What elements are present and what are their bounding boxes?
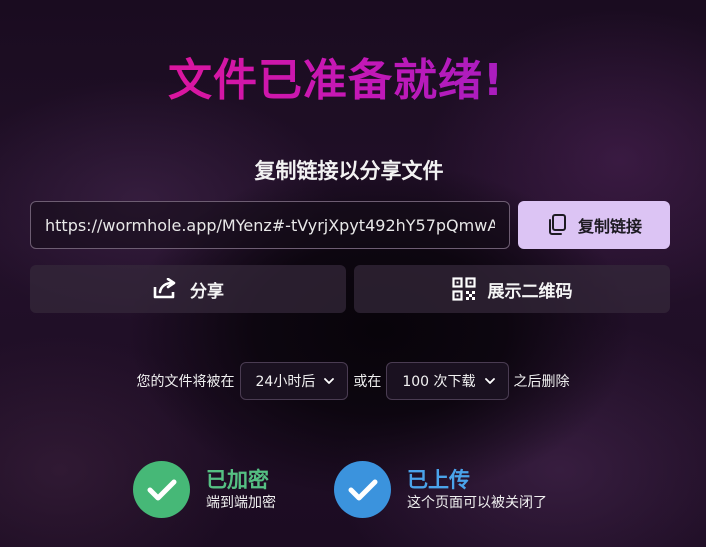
qr-code-icon xyxy=(451,277,476,301)
expiry-downloads-value: 100 次下载 xyxy=(402,374,476,390)
copy-icon xyxy=(546,213,568,237)
qr-label: 展示二维码 xyxy=(487,281,573,302)
share-button[interactable]: 分享 xyxy=(30,265,346,313)
expiry-suffix-text: 之后删除 xyxy=(513,374,570,390)
encrypted-status: 已加密 端到端加密 xyxy=(133,461,276,518)
encrypted-subtitle: 端到端加密 xyxy=(206,494,276,511)
expiry-downloads-select[interactable]: 100 次下载 xyxy=(386,362,509,400)
copy-link-heading: 复制链接以分享文件 xyxy=(254,159,444,183)
copy-link-button[interactable]: 复制链接 xyxy=(518,201,670,249)
uploaded-title: 已上传 xyxy=(407,467,470,492)
share-link-input[interactable] xyxy=(30,201,510,249)
expiry-prefix-text: 您的文件将被在 xyxy=(136,374,235,390)
expiry-settings: 您的文件将被在 24小时后 或在 100 次下载 之后删除 xyxy=(0,361,706,401)
share-icon xyxy=(152,278,178,300)
chevron-down-icon xyxy=(324,377,335,385)
uploaded-status: 已上传 这个页面可以被关闭了 xyxy=(334,461,547,518)
expiry-time-select[interactable]: 24小时后 xyxy=(239,362,349,400)
encrypted-title: 已加密 xyxy=(206,467,269,492)
uploaded-subtitle: 这个页面可以被关闭了 xyxy=(407,494,547,511)
page-title: 文件已准备就绪! xyxy=(0,44,672,108)
check-icon xyxy=(133,461,190,518)
chevron-down-icon xyxy=(484,377,495,385)
copy-link-label: 复制链接 xyxy=(577,217,642,236)
expiry-middle-text: 或在 xyxy=(353,374,382,390)
share-label: 分享 xyxy=(190,281,224,302)
check-icon xyxy=(334,461,391,518)
expiry-time-value: 24小时后 xyxy=(255,374,316,390)
show-qr-code-button[interactable]: 展示二维码 xyxy=(354,265,670,313)
